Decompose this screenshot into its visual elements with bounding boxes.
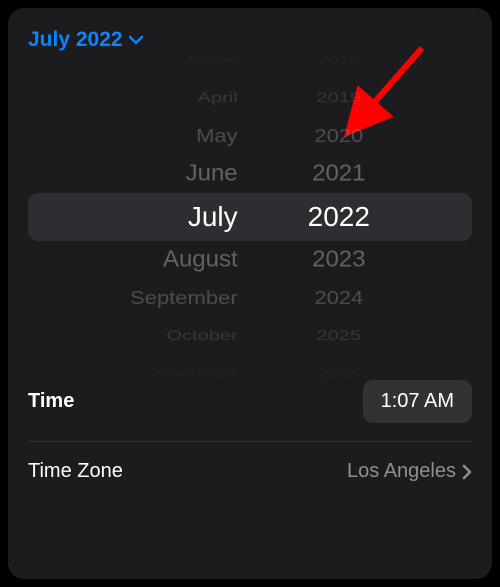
chevron-right-icon — [462, 464, 472, 480]
picker-item[interactable]: October — [167, 323, 238, 350]
picker-item[interactable]: 2024 — [314, 282, 363, 314]
picker-item[interactable]: May — [196, 120, 238, 152]
picker-item[interactable]: 2018 — [319, 51, 359, 70]
month-wheel[interactable]: March April May June July August Septemb… — [130, 72, 238, 362]
picker-item[interactable]: 2021 — [312, 156, 365, 192]
picker-item[interactable]: 2025 — [317, 323, 362, 350]
picker-item[interactable]: April — [198, 85, 238, 112]
picker-item[interactable]: 2023 — [312, 242, 365, 278]
timezone-value: Los Angeles — [347, 460, 472, 483]
time-value-button[interactable]: 1:07 AM — [363, 380, 472, 423]
chevron-down-icon — [129, 35, 143, 45]
picker-item[interactable]: November — [155, 365, 238, 384]
timezone-text: Los Angeles — [347, 460, 456, 483]
date-wheel-picker: March April May June July August Septemb… — [8, 72, 492, 362]
date-picker-panel: July 2022 March April May June July — [8, 8, 492, 579]
header-title: July 2022 — [28, 28, 123, 52]
year-wheel[interactable]: 2018 2019 2020 2021 2022 2023 2024 2025 … — [308, 72, 370, 362]
time-row: Time 1:07 AM — [8, 362, 492, 441]
header[interactable]: July 2022 — [8, 28, 492, 52]
picker-item[interactable]: August — [163, 242, 238, 278]
time-label: Time — [28, 390, 74, 413]
picker-item[interactable]: 2020 — [314, 120, 363, 152]
picker-item-selected[interactable]: 2022 — [308, 193, 370, 241]
timezone-label: Time Zone — [28, 460, 123, 483]
picker-item[interactable]: September — [130, 282, 238, 314]
picker-item-selected[interactable]: July — [188, 193, 238, 241]
picker-item[interactable]: 2019 — [317, 85, 362, 112]
picker-item[interactable]: June — [186, 156, 238, 192]
timezone-row[interactable]: Time Zone Los Angeles — [8, 442, 492, 501]
picker-item[interactable]: 2026 — [319, 365, 359, 384]
picker-item[interactable]: March — [188, 51, 238, 70]
